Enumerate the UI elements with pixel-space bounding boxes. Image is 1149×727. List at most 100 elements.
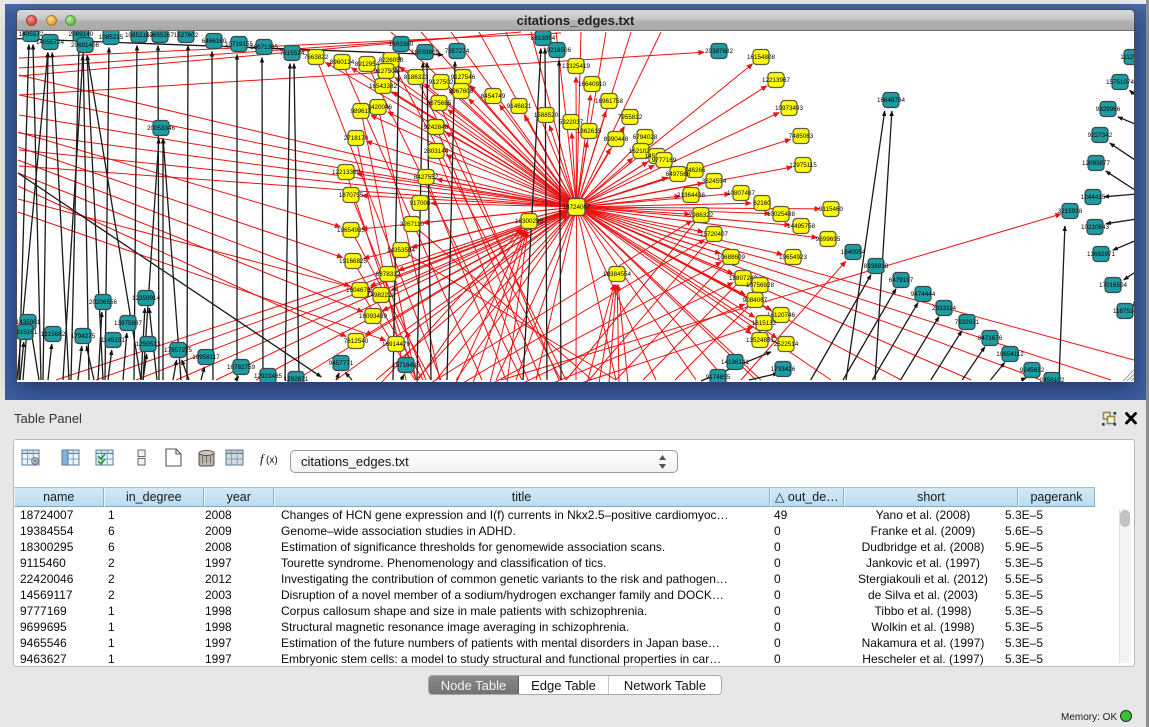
svg-text:20206556: 20206556 bbox=[89, 299, 118, 306]
svg-text:9245652: 9245652 bbox=[1020, 367, 1045, 374]
svg-text:2803144: 2803144 bbox=[424, 148, 449, 155]
svg-text:8186323: 8186323 bbox=[404, 74, 429, 81]
svg-text:9474444: 9474444 bbox=[911, 291, 936, 298]
svg-text:8912954: 8912954 bbox=[355, 61, 380, 68]
svg-text:12213967: 12213967 bbox=[762, 77, 791, 84]
svg-text:7632621: 7632621 bbox=[955, 319, 980, 326]
svg-text:2718170: 2718170 bbox=[344, 135, 369, 142]
svg-text:7612540: 7612540 bbox=[344, 338, 369, 345]
svg-text:917006: 917006 bbox=[409, 200, 431, 207]
svg-text:16671385: 16671385 bbox=[250, 44, 279, 51]
svg-text:7663822: 7663822 bbox=[304, 54, 329, 61]
svg-text:8960124: 8960124 bbox=[330, 59, 355, 66]
svg-text:8938918: 8938918 bbox=[864, 263, 889, 270]
svg-text:18724007: 18724007 bbox=[562, 204, 591, 211]
svg-text:10756928: 10756928 bbox=[746, 282, 775, 289]
svg-text:9457771: 9457771 bbox=[329, 360, 354, 367]
svg-text:1250513: 1250513 bbox=[136, 341, 161, 348]
svg-text:12923485: 12923485 bbox=[254, 373, 283, 380]
svg-text:1603380: 1603380 bbox=[389, 41, 414, 48]
svg-text:14982222: 14982222 bbox=[367, 292, 396, 299]
svg-text:1733426: 1733426 bbox=[771, 366, 796, 373]
svg-text:1527602: 1527602 bbox=[174, 32, 199, 39]
svg-text:1362615: 1362615 bbox=[577, 128, 602, 135]
svg-text:16782759: 16782759 bbox=[227, 364, 256, 371]
svg-text:3215938: 3215938 bbox=[1058, 208, 1083, 215]
svg-text:1405572: 1405572 bbox=[19, 31, 44, 38]
svg-text:20691406: 20691406 bbox=[71, 42, 100, 49]
svg-text:2967608: 2967608 bbox=[449, 88, 474, 95]
svg-text:7515524: 7515524 bbox=[280, 50, 305, 57]
svg-text:8471676: 8471676 bbox=[978, 335, 1003, 342]
svg-text:6479197: 6479197 bbox=[889, 277, 914, 284]
svg-text:17957275: 17957275 bbox=[164, 347, 193, 354]
svg-text:7485063: 7485063 bbox=[789, 133, 814, 140]
svg-text:1794275: 1794275 bbox=[71, 333, 96, 340]
svg-text:1145191: 1145191 bbox=[101, 337, 126, 344]
svg-text:5875685: 5875685 bbox=[427, 100, 452, 107]
svg-text:8813054: 8813054 bbox=[531, 35, 556, 42]
svg-text:14136141: 14136141 bbox=[721, 359, 750, 366]
svg-text:20387682: 20387682 bbox=[705, 48, 734, 55]
svg-text:3267110: 3267110 bbox=[400, 221, 425, 228]
svg-text:6497568: 6497568 bbox=[666, 171, 691, 178]
svg-text:8990448: 8990448 bbox=[604, 136, 629, 143]
svg-text:9227342: 9227342 bbox=[1088, 132, 1113, 139]
svg-text:989617: 989617 bbox=[350, 108, 372, 115]
svg-text:15751074: 15751074 bbox=[1106, 79, 1134, 86]
svg-text:13524851: 13524851 bbox=[746, 337, 775, 344]
svg-text:12213369: 12213369 bbox=[332, 169, 361, 176]
svg-text:16093489: 16093489 bbox=[359, 313, 388, 320]
svg-text:8878312: 8878312 bbox=[376, 271, 401, 278]
svg-text:15716485: 15716485 bbox=[392, 362, 421, 369]
svg-text:12093877: 12093877 bbox=[1082, 160, 1111, 167]
svg-text:7955812: 7955812 bbox=[618, 114, 643, 121]
svg-text:2933114: 2933114 bbox=[932, 305, 957, 312]
svg-text:10958117: 10958117 bbox=[192, 354, 220, 361]
svg-text:9174855: 9174855 bbox=[706, 374, 731, 381]
svg-text:14353584: 14353584 bbox=[387, 247, 416, 254]
svg-text:13325419: 13325419 bbox=[562, 63, 591, 70]
svg-text:9777169: 9777169 bbox=[652, 157, 677, 164]
svg-text:10807487: 10807487 bbox=[727, 190, 756, 197]
svg-text:19384554: 19384554 bbox=[603, 271, 632, 278]
svg-text:3915161: 3915161 bbox=[17, 329, 38, 336]
svg-text:10688609: 10688609 bbox=[717, 254, 746, 261]
svg-text:8454749: 8454749 bbox=[481, 93, 506, 100]
svg-text:16033809: 16033809 bbox=[411, 49, 440, 56]
svg-text:14495758: 14495758 bbox=[787, 223, 816, 230]
svg-text:14055724: 14055724 bbox=[36, 39, 65, 46]
svg-text:9115460: 9115460 bbox=[819, 206, 844, 213]
svg-text:10654112: 10654112 bbox=[996, 351, 1024, 358]
svg-text:15720407: 15720407 bbox=[700, 231, 729, 238]
svg-text:1215682: 1215682 bbox=[41, 331, 66, 338]
svg-text:19218506: 19218506 bbox=[543, 47, 572, 54]
svg-text:19166825: 19166825 bbox=[339, 258, 368, 265]
svg-text:13692971: 13692971 bbox=[1087, 251, 1116, 258]
svg-text:1870755: 1870755 bbox=[339, 192, 364, 199]
svg-text:5322037: 5322037 bbox=[559, 119, 584, 126]
svg-text:6466160: 6466160 bbox=[202, 38, 227, 45]
svg-text:1085215: 1085215 bbox=[99, 34, 124, 41]
svg-text:20053346: 20053346 bbox=[147, 125, 176, 132]
svg-text:9084067: 9084067 bbox=[743, 297, 768, 304]
svg-text:9146821: 9146821 bbox=[507, 103, 532, 110]
svg-text:10655267: 10655267 bbox=[146, 32, 175, 39]
svg-text:2456102: 2456102 bbox=[1040, 377, 1065, 382]
svg-text:10210643: 10210643 bbox=[1081, 224, 1110, 231]
svg-text:21364436: 21364436 bbox=[677, 192, 706, 199]
svg-text:9329966: 9329966 bbox=[1096, 106, 1121, 113]
svg-text:19654935: 19654935 bbox=[337, 227, 366, 234]
svg-text:16961758: 16961758 bbox=[595, 98, 624, 105]
svg-text:16914479: 16914479 bbox=[382, 341, 411, 348]
svg-text:1640954: 1640954 bbox=[841, 249, 866, 256]
svg-text:7986322: 7986322 bbox=[689, 212, 714, 219]
svg-text:16543382: 16543382 bbox=[369, 83, 398, 90]
svg-text:62160: 62160 bbox=[753, 200, 771, 207]
svg-text:9127546: 9127546 bbox=[451, 74, 476, 81]
svg-text:17016504: 17016504 bbox=[1099, 282, 1128, 289]
svg-text:1615132: 1615132 bbox=[752, 320, 777, 327]
svg-text:9242848: 9242848 bbox=[424, 124, 449, 131]
svg-text:1112905: 1112905 bbox=[1120, 54, 1134, 61]
svg-text:12975115: 12975115 bbox=[789, 162, 817, 169]
